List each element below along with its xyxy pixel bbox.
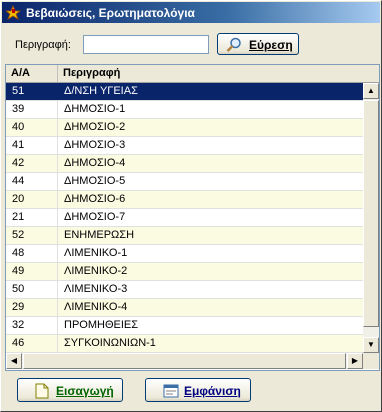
row-description-cell: ΛΙΜΕΝΙΚΟ-2 <box>64 265 128 277</box>
table-row[interactable]: 40 ΔΗΜΟΣΙΟ-2 <box>6 119 363 137</box>
table-row[interactable]: 21 ΔΗΜΟΣΙΟ-7 <box>6 209 363 227</box>
row-id-cell: 48 <box>6 245 58 262</box>
row-description-cell: ΔΗΜΟΣΙΟ-7 <box>64 211 126 223</box>
table-row[interactable]: 50 ΛΙΜΕΝΙΚΟ-3 <box>6 281 363 299</box>
row-description-cell: ΕΝΗΜΕΡΩΣΗ <box>64 229 135 241</box>
table-row[interactable]: 51 Δ/ΝΣΗ ΥΓΕΙΑΣ <box>6 83 363 101</box>
row-id-cell: 21 <box>6 209 58 226</box>
scroll-right-icon[interactable]: ▶ <box>347 353 363 369</box>
scrollbar-corner <box>363 353 379 369</box>
row-description-cell: ΔΗΜΟΣΙΟ-2 <box>64 121 126 133</box>
search-input[interactable] <box>83 35 209 54</box>
row-id-cell: 44 <box>6 173 58 190</box>
vertical-scroll-thumb[interactable] <box>363 100 379 327</box>
table-row[interactable]: 46 ΣΥΓΚΟΙΝΩΝΙΩΝ-1 <box>6 335 363 353</box>
title-bar[interactable]: Βεβαιώσεις, Ερωτηματολόγια <box>2 2 380 23</box>
search-bar: Περιγραφή: Εύρεση <box>1 33 381 59</box>
view-document-icon <box>163 384 179 398</box>
table-row[interactable]: 48 ΛΙΜΕΝΙΚΟ-1 <box>6 245 363 263</box>
vertical-scrollbar[interactable]: ▲ ▼ <box>363 83 379 353</box>
horizontal-scrollbar[interactable]: ◀ ▶ <box>6 353 363 369</box>
table-row[interactable]: 20 ΔΗΜΟΣΙΟ-6 <box>6 191 363 209</box>
table-row[interactable]: 41 ΔΗΜΟΣΙΟ-3 <box>6 137 363 155</box>
magnifier-icon <box>226 37 241 52</box>
row-id-cell: 49 <box>6 263 58 280</box>
horizontal-scroll-thumb[interactable] <box>23 353 346 369</box>
insert-button-label: Εισαγωγή <box>56 384 114 398</box>
row-description-cell: ΔΗΜΟΣΙΟ-5 <box>64 175 126 187</box>
view-button-label: Εμφάνιση <box>184 384 241 398</box>
row-id-cell: 41 <box>6 137 58 154</box>
table-row[interactable]: 39 ΔΗΜΟΣΙΟ-1 <box>6 101 363 119</box>
row-description-cell: ΛΙΜΕΝΙΚΟ-4 <box>64 301 128 313</box>
row-description-cell: ΠΡΟΜΗΘΕΙΕΣ <box>64 319 139 331</box>
row-description-cell: Δ/ΝΣΗ ΥΓΕΙΑΣ <box>64 85 138 97</box>
row-description-cell: ΔΗΜΟΣΙΟ-1 <box>64 103 126 115</box>
scroll-down-icon[interactable]: ▼ <box>363 337 379 353</box>
row-id-cell: 42 <box>6 155 58 172</box>
app-logo-icon <box>6 5 21 20</box>
new-document-icon <box>35 383 49 399</box>
row-description-cell: ΛΙΜΕΝΙΚΟ-1 <box>64 247 128 259</box>
scroll-left-icon[interactable]: ◀ <box>6 353 22 369</box>
insert-button[interactable]: Εισαγωγή <box>17 378 123 402</box>
search-label: Περιγραφή: <box>15 39 71 51</box>
row-id-cell: 51 <box>6 83 58 100</box>
grid-rows: 51 Δ/ΝΣΗ ΥΓΕΙΑΣ 39 ΔΗΜΟΣΙΟ-1 40 ΔΗΜΟΣΙΟ-2 41 ΔΗ… <box>6 83 363 353</box>
row-id-cell: 50 <box>6 281 58 298</box>
table-row[interactable]: 29 ΛΙΜΕΝΙΚΟ-4 <box>6 299 363 317</box>
row-id-cell: 46 <box>6 335 58 352</box>
main-window: Βεβαιώσεις, Ερωτηματολόγια Περιγραφή: Εύ… <box>0 0 382 412</box>
grid-header: Α/Α Περιγραφή <box>6 65 379 83</box>
row-id-cell: 52 <box>6 227 58 244</box>
search-button-label: Εύρεση <box>249 38 293 52</box>
scroll-up-icon[interactable]: ▲ <box>363 83 379 99</box>
row-id-cell: 20 <box>6 191 58 208</box>
table-row[interactable]: 49 ΛΙΜΕΝΙΚΟ-2 <box>6 263 363 281</box>
row-description-cell: ΔΗΜΟΣΙΟ-4 <box>64 157 126 169</box>
table-row[interactable]: 52 ΕΝΗΜΕΡΩΣΗ <box>6 227 363 245</box>
row-id-cell: 40 <box>6 119 58 136</box>
row-id-cell: 39 <box>6 101 58 118</box>
table-row[interactable]: 42 ΔΗΜΟΣΙΟ-4 <box>6 155 363 173</box>
table-row[interactable]: 44 ΔΗΜΟΣΙΟ-5 <box>6 173 363 191</box>
row-description-cell: ΔΗΜΟΣΙΟ-6 <box>64 193 126 205</box>
column-header-id[interactable]: Α/Α <box>6 65 58 82</box>
row-description-cell: ΔΗΜΟΣΙΟ-3 <box>64 139 126 151</box>
row-id-cell: 32 <box>6 317 58 334</box>
window-title: Βεβαιώσεις, Ερωτηματολόγια <box>26 6 195 20</box>
data-grid: Α/Α Περιγραφή 51 Δ/ΝΣΗ ΥΓΕΙΑΣ 39 ΔΗΜΟΣΙΟ-1 4… <box>5 64 380 371</box>
table-row[interactable]: 32 ΠΡΟΜΗΘΕΙΕΣ <box>6 317 363 335</box>
column-header-description[interactable]: Περιγραφή <box>58 65 379 82</box>
row-description-cell: ΣΥΓΚΟΙΝΩΝΙΩΝ-1 <box>64 337 156 349</box>
row-description-cell: ΛΙΜΕΝΙΚΟ-3 <box>64 283 128 295</box>
search-button[interactable]: Εύρεση <box>217 33 299 55</box>
view-button[interactable]: Εμφάνιση <box>145 378 251 402</box>
row-id-cell: 29 <box>6 299 58 316</box>
